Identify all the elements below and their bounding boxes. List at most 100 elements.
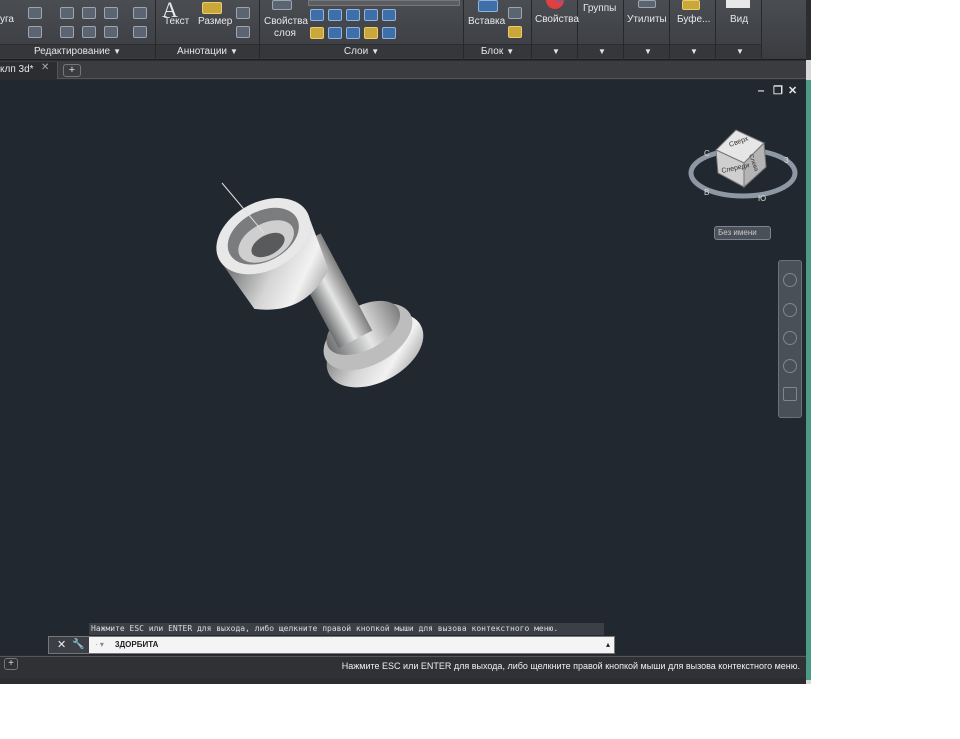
new-tab-button[interactable]: + bbox=[63, 64, 81, 77]
layers-panel-title[interactable]: Слои ▼ bbox=[260, 44, 463, 58]
window-border bbox=[806, 60, 811, 684]
layer-dropdown[interactable] bbox=[308, 0, 460, 6]
edit-block-icon[interactable] bbox=[508, 26, 522, 38]
layer-tool-icon[interactable] bbox=[328, 9, 342, 21]
status-bar: + Нажмите ESC или ENTER для выхода, либо… bbox=[0, 656, 806, 678]
navigation-bar bbox=[778, 260, 802, 418]
layer-tool-icon[interactable] bbox=[382, 9, 396, 21]
ellipse-icon[interactable] bbox=[28, 7, 42, 19]
layer-tool-icon[interactable] bbox=[310, 9, 324, 21]
table-icon[interactable] bbox=[236, 26, 250, 38]
compass-west-label[interactable]: З bbox=[784, 156, 789, 165]
command-input[interactable]: 3ДОРБИТА bbox=[115, 640, 158, 649]
text-button[interactable]: Текст bbox=[164, 16, 189, 27]
stretch-icon[interactable] bbox=[60, 26, 74, 38]
properties-icon[interactable] bbox=[546, 0, 564, 9]
layer-tool-icon[interactable] bbox=[310, 27, 324, 39]
fillet-icon[interactable] bbox=[104, 7, 118, 19]
dimension-icon[interactable] bbox=[202, 2, 222, 14]
layer-properties-label-1[interactable]: Свойства bbox=[264, 16, 308, 27]
layers-panel-label: Слои bbox=[343, 46, 369, 57]
view-icon[interactable] bbox=[726, 0, 750, 8]
compass-south-label[interactable]: Ю bbox=[758, 194, 766, 203]
close-icon[interactable]: ✕ bbox=[57, 639, 66, 651]
ucs-menu[interactable]: Без имени bbox=[714, 226, 771, 240]
utilities-button[interactable]: Утилиты bbox=[627, 14, 667, 25]
layer-tool-icon[interactable] bbox=[382, 27, 396, 39]
pan-icon[interactable] bbox=[783, 303, 797, 317]
window-border-accent bbox=[806, 80, 811, 680]
recent-commands-icon[interactable]: · ▾ bbox=[95, 640, 104, 649]
layer-tool-icon[interactable] bbox=[328, 27, 342, 39]
edit-panel-title[interactable]: Редактирование ▼ bbox=[0, 44, 155, 58]
steering-wheel-icon[interactable] bbox=[783, 273, 797, 287]
clipboard-button[interactable]: Буфе... bbox=[677, 14, 710, 25]
viewcube[interactable]: Сверх Спереди Слева В Ю З С bbox=[686, 125, 800, 205]
showmotion-icon[interactable] bbox=[783, 387, 797, 401]
3d-model bbox=[216, 182, 424, 388]
hatch-icon[interactable] bbox=[28, 26, 42, 38]
offset-icon[interactable] bbox=[133, 26, 147, 38]
edit-panel: уга Редактирование ▼ bbox=[0, 0, 156, 60]
utilities-panel-title[interactable]: ▼ bbox=[624, 44, 669, 58]
layer-properties-label-2[interactable]: слоя bbox=[274, 28, 296, 39]
panel-expand-icon: ▼ bbox=[690, 47, 698, 56]
panel-expand-icon: ▼ bbox=[506, 47, 515, 56]
command-line-grip[interactable]: ✕ 🔧 bbox=[49, 637, 89, 653]
insert-button[interactable]: Вставка bbox=[468, 16, 505, 27]
tab-close-icon[interactable]: ✕ bbox=[41, 62, 49, 73]
command-history-toggle-icon[interactable]: ▴ bbox=[606, 640, 610, 649]
view-panel: Вид ▼ bbox=[716, 0, 762, 60]
wrench-icon[interactable]: 🔧 bbox=[72, 639, 84, 651]
dimension-button[interactable]: Размер bbox=[198, 16, 232, 27]
layer-properties-icon[interactable] bbox=[272, 0, 292, 10]
layer-tool-icon[interactable] bbox=[346, 27, 360, 39]
scale-icon[interactable] bbox=[82, 7, 96, 19]
orbit-icon[interactable] bbox=[783, 359, 797, 373]
mirror-icon[interactable] bbox=[60, 7, 74, 19]
view-button[interactable]: Вид bbox=[730, 14, 748, 25]
ribbon: уга Редактирование ▼ A Текст Размер Анно… bbox=[0, 0, 806, 60]
panel-expand-icon: ▼ bbox=[113, 47, 122, 56]
zoom-icon[interactable] bbox=[783, 331, 797, 345]
create-block-icon[interactable] bbox=[508, 7, 522, 19]
trim-icon[interactable] bbox=[82, 26, 96, 38]
block-panel: Вставка Блок ▼ bbox=[464, 0, 532, 60]
panel-expand-icon: ▼ bbox=[371, 47, 380, 56]
groups-button[interactable]: Группы bbox=[583, 3, 616, 14]
groups-panel-title[interactable]: ▼ bbox=[578, 44, 623, 58]
compass-east-label[interactable]: В bbox=[704, 188, 709, 197]
array-icon[interactable] bbox=[133, 7, 147, 19]
arc-button-label[interactable]: уга bbox=[0, 14, 14, 25]
layer-tool-icon[interactable] bbox=[364, 9, 378, 21]
panel-expand-icon: ▼ bbox=[598, 47, 606, 56]
block-panel-title[interactable]: Блок ▼ bbox=[464, 44, 531, 58]
layer-tool-icon[interactable] bbox=[364, 27, 378, 39]
clipboard-icon[interactable] bbox=[682, 0, 700, 10]
leader-icon[interactable] bbox=[236, 7, 250, 19]
clipboard-panel: Буфе... ▼ bbox=[670, 0, 716, 60]
add-layout-button[interactable]: + bbox=[4, 658, 18, 670]
panel-expand-icon: ▼ bbox=[552, 47, 560, 56]
properties-panel-title[interactable]: ▼ bbox=[532, 44, 577, 58]
ucs-menu-label: Без имени bbox=[718, 228, 757, 237]
utilities-icon[interactable] bbox=[638, 0, 656, 8]
layer-tool-icon[interactable] bbox=[346, 9, 360, 21]
compass-north-label[interactable]: С bbox=[704, 149, 710, 158]
command-hint-text: Нажмите ESC или ENTER для выхода, либо щ… bbox=[91, 624, 559, 633]
drawing-viewport[interactable]: ‒ ❐ ✕ Сверх Спереди Слева В Ю З С Без им… bbox=[0, 80, 806, 655]
status-message: Нажмите ESC или ENTER для выхода, либо щ… bbox=[341, 661, 800, 671]
close-icon[interactable]: ✕ bbox=[788, 86, 797, 97]
command-history: Нажмите ESC или ENTER для выхода, либо щ… bbox=[89, 623, 604, 635]
annotations-panel-title[interactable]: Аннотации ▼ bbox=[156, 44, 259, 58]
layers-panel: Свойства слоя Слои ▼ bbox=[260, 0, 464, 60]
chamfer-icon[interactable] bbox=[104, 26, 118, 38]
annotations-panel: A Текст Размер Аннотации ▼ bbox=[156, 0, 260, 60]
clipboard-panel-title[interactable]: ▼ bbox=[670, 44, 715, 58]
view-panel-title[interactable]: ▼ bbox=[716, 44, 761, 58]
restore-icon[interactable]: ❐ bbox=[773, 86, 783, 97]
minimize-icon[interactable]: ‒ bbox=[758, 86, 764, 97]
insert-icon[interactable] bbox=[478, 0, 498, 12]
properties-button[interactable]: Свойства bbox=[535, 14, 579, 25]
panel-expand-icon: ▼ bbox=[644, 47, 652, 56]
